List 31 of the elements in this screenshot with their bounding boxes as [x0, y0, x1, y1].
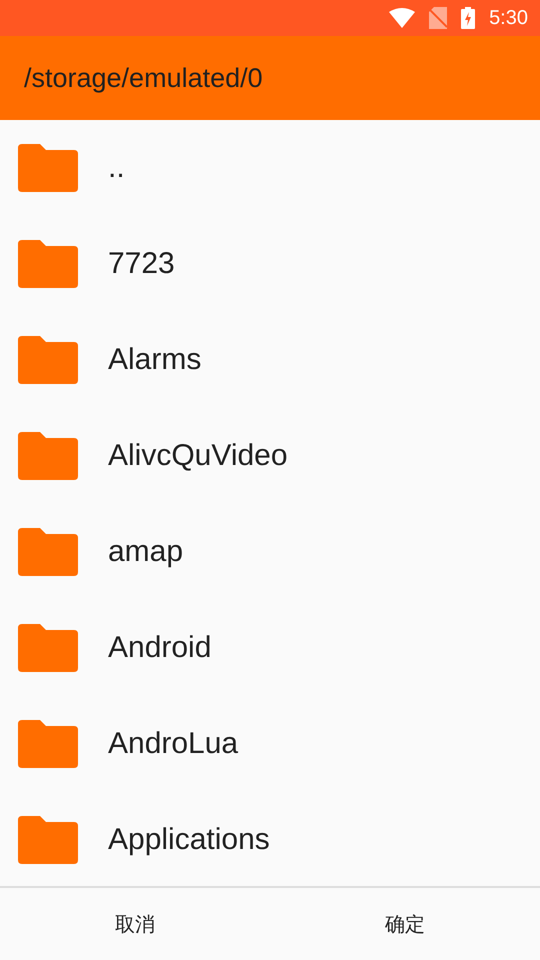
folder-item[interactable]: AlivcQuVideo: [0, 408, 540, 504]
folder-icon: [18, 816, 78, 864]
folder-icon: [18, 240, 78, 288]
folder-item[interactable]: AndroLua: [0, 696, 540, 792]
path-title: /storage/emulated/0: [24, 62, 263, 94]
folder-name: AlivcQuVideo: [108, 439, 288, 473]
folder-icon: [18, 720, 78, 768]
folder-item[interactable]: 7723: [0, 216, 540, 312]
folder-name: Applications: [108, 823, 270, 857]
folder-icon: [18, 624, 78, 672]
folder-name: 7723: [108, 247, 175, 281]
folder-item[interactable]: Applications: [0, 792, 540, 888]
folder-icon: [18, 528, 78, 576]
folder-item[interactable]: ..: [0, 120, 540, 216]
status-time: 5:30: [489, 6, 528, 30]
folder-icon: [18, 432, 78, 480]
folder-name: Alarms: [108, 343, 202, 377]
folder-name: AndroLua: [108, 727, 238, 761]
folder-item[interactable]: amap: [0, 504, 540, 600]
wifi-icon: [389, 8, 416, 28]
folder-item[interactable]: Alarms: [0, 312, 540, 408]
battery-charging-icon: [461, 7, 476, 29]
no-sim-icon: [429, 7, 448, 29]
folder-name: Android: [108, 631, 212, 665]
folder-name: ..: [108, 151, 125, 185]
folder-name: amap: [108, 535, 184, 569]
folder-icon: [18, 144, 78, 192]
folder-item[interactable]: Android: [0, 600, 540, 696]
dialog-button[interactable]: 取消: [0, 888, 270, 960]
dialog-button[interactable]: 确定: [270, 888, 540, 960]
folder-icon: [18, 336, 78, 384]
